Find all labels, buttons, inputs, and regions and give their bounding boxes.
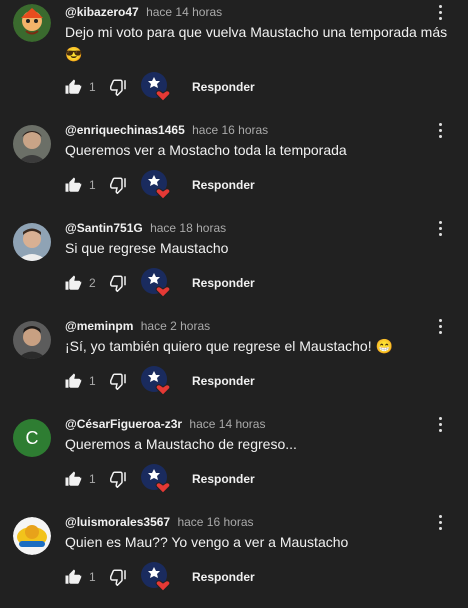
more-actions-icon[interactable]: [434, 219, 446, 239]
comment-text: Dejo mi voto para que vuelva Maustacho u…: [65, 24, 448, 62]
creator-heart-icon: [141, 366, 171, 396]
reply-button[interactable]: Responder: [192, 178, 255, 192]
reply-button[interactable]: Responder: [192, 570, 255, 584]
comment-header: @luismorales3567 hace 16 horas: [65, 515, 254, 529]
like-icon[interactable]: [64, 274, 82, 292]
like-icon[interactable]: [64, 372, 82, 390]
like-icon[interactable]: [64, 470, 82, 488]
like-icon[interactable]: [64, 568, 82, 586]
like-count: 1: [89, 374, 96, 388]
avatar[interactable]: [13, 517, 51, 555]
dislike-icon[interactable]: [110, 176, 128, 194]
avatar[interactable]: [13, 125, 51, 163]
author-name[interactable]: @CésarFigueroa-z3r: [65, 417, 182, 431]
reply-button[interactable]: Responder: [192, 80, 255, 94]
comment-text: ¡Sí, yo también quiero que regrese el Ma…: [65, 338, 393, 354]
comment-item: @Santin751G hace 18 horas Si que regrese…: [0, 216, 468, 314]
like-count: 1: [89, 570, 96, 584]
reply-button[interactable]: Responder: [192, 472, 255, 486]
comment-header: @Santin751G hace 18 horas: [65, 221, 226, 235]
creator-heart-icon: [141, 464, 171, 494]
comment-item: @luismorales3567 hace 16 horas Quien es …: [0, 510, 468, 608]
timestamp[interactable]: hace 2 horas: [141, 319, 210, 333]
comment-item: C @CésarFigueroa-z3r hace 14 horas Quere…: [0, 412, 468, 510]
dislike-icon[interactable]: [110, 470, 128, 488]
like-count: 1: [89, 80, 96, 94]
avatar[interactable]: [13, 4, 51, 42]
dislike-icon[interactable]: [110, 274, 128, 292]
creator-heart-icon: [141, 170, 171, 200]
timestamp[interactable]: hace 18 horas: [150, 221, 226, 235]
avatar[interactable]: [13, 321, 51, 359]
comment-item: @enriquechinas1465 hace 16 horas Queremo…: [0, 118, 468, 216]
dislike-icon[interactable]: [110, 78, 128, 96]
comment-text: Queremos ver a Mostacho toda la temporad…: [65, 142, 347, 158]
avatar-initial: C: [25, 428, 39, 448]
like-icon[interactable]: [64, 176, 82, 194]
comment-item: @meminpm hace 2 horas ¡Sí, yo también qu…: [0, 314, 468, 412]
author-name[interactable]: @enriquechinas1465: [65, 123, 185, 137]
reply-button[interactable]: Responder: [192, 374, 255, 388]
comment-text: Si que regrese Maustacho: [65, 240, 229, 256]
more-actions-icon[interactable]: [434, 121, 446, 141]
more-actions-icon[interactable]: [434, 415, 446, 435]
dislike-icon[interactable]: [110, 568, 128, 586]
reply-button[interactable]: Responder: [192, 276, 255, 290]
creator-heart-icon: [141, 268, 171, 298]
more-actions-icon[interactable]: [434, 317, 446, 337]
comment-header: @meminpm hace 2 horas: [65, 319, 210, 333]
like-count: 1: [89, 178, 96, 192]
author-name[interactable]: @meminpm: [65, 319, 133, 333]
timestamp[interactable]: hace 14 horas: [146, 5, 222, 19]
comment-header: @kibazero47 hace 14 horas: [65, 5, 222, 19]
like-count: 2: [89, 276, 96, 290]
author-name[interactable]: @kibazero47: [65, 5, 139, 19]
comment-header: @enriquechinas1465 hace 16 horas: [65, 123, 268, 137]
author-name[interactable]: @luismorales3567: [65, 515, 170, 529]
timestamp[interactable]: hace 16 horas: [192, 123, 268, 137]
creator-heart-icon: [141, 72, 171, 102]
author-name[interactable]: @Santin751G: [65, 221, 143, 235]
more-actions-icon[interactable]: [434, 513, 446, 533]
like-icon[interactable]: [64, 78, 82, 96]
comment-header: @CésarFigueroa-z3r hace 14 horas: [65, 417, 265, 431]
creator-heart-icon: [141, 562, 171, 592]
dislike-icon[interactable]: [110, 372, 128, 390]
comment-text: Queremos a Maustacho de regreso...: [65, 436, 297, 452]
comment-text: Quien es Mau?? Yo vengo a ver a Maustach…: [65, 534, 349, 550]
more-actions-icon[interactable]: [434, 3, 446, 23]
avatar[interactable]: C: [13, 419, 51, 457]
avatar[interactable]: [13, 223, 51, 261]
comment-item: @kibazero47 hace 14 horas Dejo mi voto p…: [0, 0, 468, 102]
timestamp[interactable]: hace 16 horas: [177, 515, 253, 529]
like-count: 1: [89, 472, 96, 486]
timestamp[interactable]: hace 14 horas: [189, 417, 265, 431]
